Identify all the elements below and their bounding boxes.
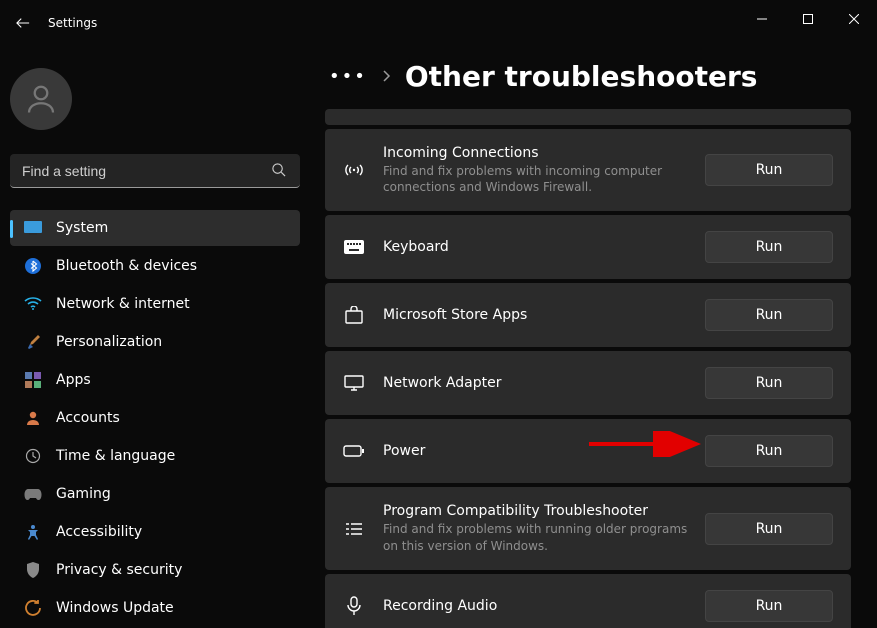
person-icon: [24, 410, 42, 426]
troubleshooter-desc: Find and fix problems with running older…: [383, 521, 693, 553]
sidebar-item-label: Gaming: [56, 486, 111, 502]
run-button[interactable]: Run: [705, 513, 833, 545]
sidebar-item-label: Apps: [56, 372, 91, 388]
list-icon: [343, 522, 365, 536]
troubleshooter-desc: Find and fix problems with incoming comp…: [383, 163, 693, 195]
chevron-right-icon: [381, 67, 391, 86]
sidebar-item-apps[interactable]: Apps: [10, 362, 300, 398]
sidebar-item-privacy[interactable]: Privacy & security: [10, 552, 300, 588]
troubleshooter-item-compat: Program Compatibility Troubleshooter Fin…: [325, 487, 851, 569]
gamepad-icon: [24, 487, 42, 501]
sidebar-item-accounts[interactable]: Accounts: [10, 400, 300, 436]
battery-icon: [343, 445, 365, 457]
search-icon: [271, 162, 286, 181]
update-icon: [24, 600, 42, 616]
sidebar-item-label: Accessibility: [56, 524, 142, 540]
run-button[interactable]: Run: [705, 231, 833, 263]
sidebar-item-bluetooth[interactable]: Bluetooth & devices: [10, 248, 300, 284]
keyboard-icon: [343, 240, 365, 254]
sidebar: System Bluetooth & devices Network & int…: [0, 46, 310, 628]
microphone-icon: [343, 596, 365, 616]
run-button[interactable]: Run: [705, 299, 833, 331]
troubleshooter-item-recording: Recording Audio Run: [325, 574, 851, 628]
window-controls: [739, 11, 877, 35]
sidebar-item-update[interactable]: Windows Update: [10, 590, 300, 626]
page-title: Other troubleshooters: [405, 60, 758, 93]
accessibility-icon: [24, 524, 42, 540]
run-button[interactable]: Run: [705, 154, 833, 186]
sidebar-item-gaming[interactable]: Gaming: [10, 476, 300, 512]
sidebar-item-network[interactable]: Network & internet: [10, 286, 300, 322]
wifi-icon: [24, 297, 42, 311]
breadcrumb-more-icon[interactable]: •••: [329, 66, 367, 87]
sidebar-item-label: Network & internet: [56, 296, 190, 312]
troubleshooter-title: Power: [383, 443, 705, 459]
display-icon: [24, 221, 42, 235]
monitor-icon: [343, 375, 365, 391]
troubleshooter-item-power: Power Run: [325, 419, 851, 483]
troubleshooter-item-incoming: Incoming Connections Find and fix proble…: [325, 129, 851, 211]
bluetooth-icon: [24, 258, 42, 274]
store-icon: [343, 306, 365, 324]
partial-card-top: [325, 109, 851, 125]
troubleshooter-item-network: Network Adapter Run: [325, 351, 851, 415]
broadcast-icon: [343, 162, 365, 178]
troubleshooter-title: Incoming Connections: [383, 145, 705, 161]
minimize-button[interactable]: [739, 3, 785, 35]
sidebar-item-label: System: [56, 220, 108, 236]
troubleshooter-title: Program Compatibility Troubleshooter: [383, 503, 705, 519]
sidebar-item-personalization[interactable]: Personalization: [10, 324, 300, 360]
troubleshooter-title: Keyboard: [383, 239, 705, 255]
breadcrumb: ••• Other troubleshooters: [325, 60, 855, 93]
run-button[interactable]: Run: [705, 590, 833, 622]
apps-icon: [24, 372, 42, 388]
titlebar: Settings: [0, 0, 877, 46]
troubleshooter-title: Network Adapter: [383, 375, 705, 391]
search-input[interactable]: [10, 154, 300, 188]
avatar: [10, 68, 72, 130]
sidebar-item-time[interactable]: Time & language: [10, 438, 300, 474]
sidebar-item-label: Windows Update: [56, 600, 174, 616]
main-content: ••• Other troubleshooters Incoming Conne…: [310, 46, 877, 628]
back-button[interactable]: [0, 0, 46, 46]
paintbrush-icon: [24, 334, 42, 350]
sidebar-item-label: Time & language: [56, 448, 175, 464]
troubleshooter-title: Microsoft Store Apps: [383, 307, 705, 323]
profile[interactable]: [10, 54, 300, 154]
troubleshooter-title: Recording Audio: [383, 598, 705, 614]
run-button[interactable]: Run: [705, 367, 833, 399]
sidebar-item-accessibility[interactable]: Accessibility: [10, 514, 300, 550]
sidebar-item-label: Privacy & security: [56, 562, 182, 578]
window-title: Settings: [48, 16, 97, 30]
troubleshooter-item-store: Microsoft Store Apps Run: [325, 283, 851, 347]
run-button[interactable]: Run: [705, 435, 833, 467]
shield-icon: [24, 562, 42, 578]
sidebar-item-label: Bluetooth & devices: [56, 258, 197, 274]
close-button[interactable]: [831, 3, 877, 35]
maximize-button[interactable]: [785, 3, 831, 35]
clock-globe-icon: [24, 448, 42, 464]
sidebar-item-label: Personalization: [56, 334, 162, 350]
troubleshooter-item-keyboard: Keyboard Run: [325, 215, 851, 279]
sidebar-item-label: Accounts: [56, 410, 120, 426]
sidebar-item-system[interactable]: System: [10, 210, 300, 246]
